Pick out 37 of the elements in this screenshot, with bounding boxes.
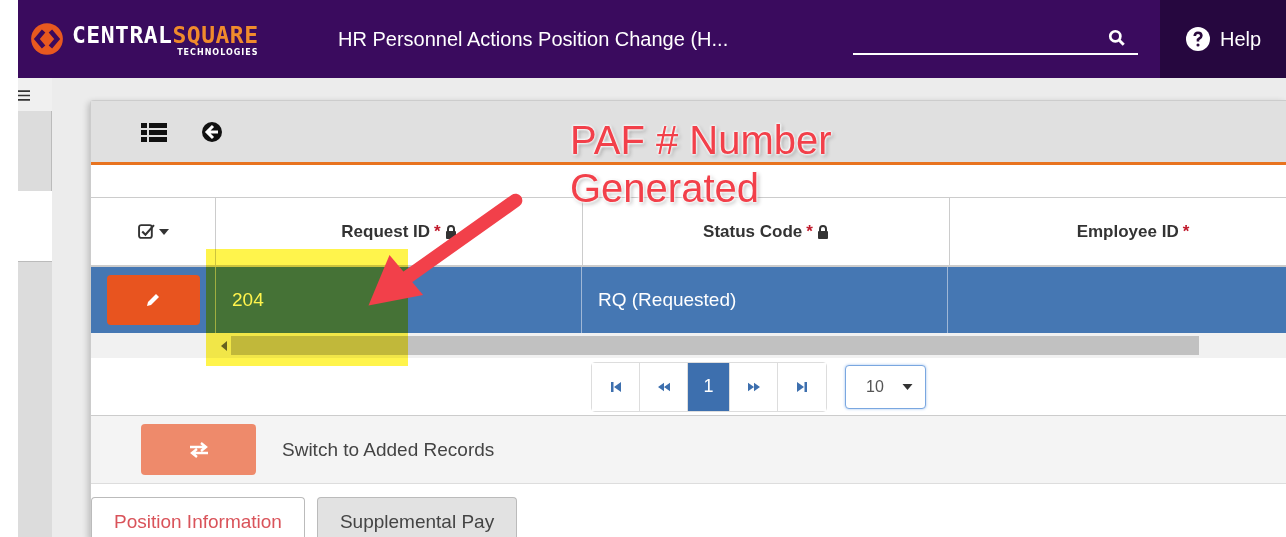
brand-name-accent: SQUARE	[172, 21, 259, 48]
brand-name: CENTRAL	[72, 21, 173, 48]
checkbox-icon	[137, 223, 155, 240]
swap-icon	[187, 441, 210, 458]
tab[interactable]: Supplemental Pay	[316, 497, 518, 537]
page-button[interactable]: 1	[688, 362, 730, 411]
required-mark: *	[434, 221, 441, 242]
switch-button[interactable]	[141, 424, 256, 475]
logo-icon	[30, 22, 64, 56]
brand-tagline: TECHNOLOGIES	[177, 47, 259, 57]
last-page-icon	[796, 380, 808, 393]
back-icon[interactable]	[201, 120, 223, 143]
annotation-text: PAF # Number	[570, 117, 832, 164]
page-size-dropdown[interactable]: 10	[845, 364, 926, 409]
next-page-icon	[747, 380, 760, 393]
caret-icon	[902, 383, 913, 390]
required-mark: *	[1182, 221, 1190, 242]
column-header[interactable]: Employee ID *	[950, 198, 1286, 265]
column-label: Status Code	[703, 221, 803, 242]
column-label: Request ID	[341, 221, 431, 242]
first-page-button[interactable]	[592, 362, 640, 411]
column-label: Employee ID	[1076, 221, 1179, 242]
table-cell: RQ (Requested)	[598, 289, 737, 311]
help-button[interactable]: Help	[1160, 0, 1286, 78]
help-icon	[1186, 27, 1210, 51]
previous-page-icon	[657, 380, 670, 393]
page-title: HR Personnel Actions Position Change (H...	[338, 27, 730, 51]
first-page-icon	[609, 380, 622, 393]
tab[interactable]: Position Information	[91, 497, 305, 537]
pencil-icon	[145, 292, 161, 308]
search-icon[interactable]	[1108, 29, 1126, 47]
switch-label: Switch to Added Records	[282, 438, 495, 461]
menu-icon[interactable]	[18, 90, 30, 101]
list-icon[interactable]	[141, 121, 167, 142]
caret-icon	[158, 228, 169, 235]
table-cell: 204	[232, 289, 264, 311]
required-mark: *	[806, 221, 813, 242]
